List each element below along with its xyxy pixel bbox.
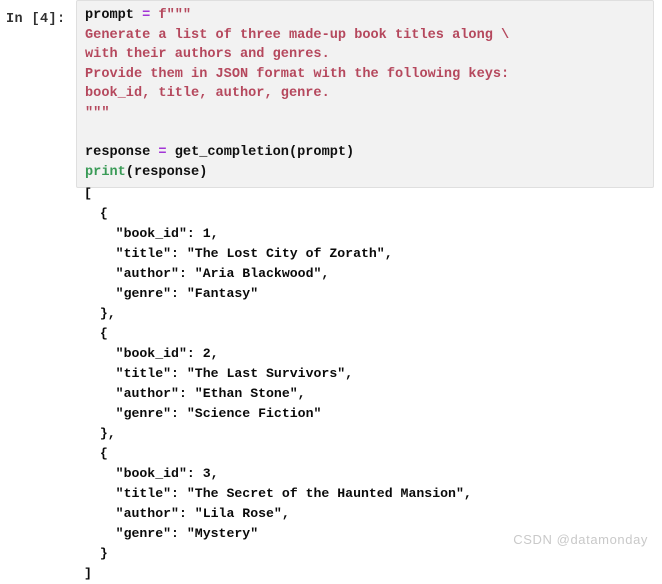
code-token-string: """ bbox=[85, 105, 110, 121]
code-token-plain: (response) bbox=[125, 164, 208, 180]
code-token-string: f""" bbox=[158, 8, 192, 23]
code-source[interactable]: prompt = f""" Generate a list of three m… bbox=[85, 6, 647, 182]
code-token-string: with their authors and genres. bbox=[85, 47, 330, 63]
code-token-plain: prompt bbox=[85, 8, 143, 23]
code-cell-row: In [4]: prompt = f""" Generate a list of… bbox=[0, 0, 662, 189]
input-prompt-label: In [4]: bbox=[6, 12, 66, 27]
code-token-string: Provide them in JSON format with the fol… bbox=[85, 66, 510, 82]
output-cell-row: [ { "book_id": 1, "title": "The Lost Cit… bbox=[0, 184, 662, 584]
code-token-operator: = bbox=[158, 145, 167, 161]
code-token-string: book_id, title, author, genre. bbox=[85, 86, 330, 102]
notebook-container: In [4]: prompt = f""" Generate a list of… bbox=[0, 0, 662, 581]
csdn-watermark: CSDN @datamonday bbox=[513, 532, 648, 547]
output-stdout-text: [ { "book_id": 1, "title": "The Lost Cit… bbox=[84, 186, 472, 581]
code-token-plain: response bbox=[85, 145, 159, 161]
code-token-builtin: print bbox=[85, 164, 126, 180]
code-token-string: Generate a list of three made-up book ti… bbox=[85, 27, 510, 43]
code-token-plain: get_completion(prompt) bbox=[166, 145, 355, 161]
output-stream-area: [ { "book_id": 1, "title": "The Lost Cit… bbox=[76, 184, 662, 584]
code-editor-area[interactable]: prompt = f""" Generate a list of three m… bbox=[76, 0, 654, 189]
